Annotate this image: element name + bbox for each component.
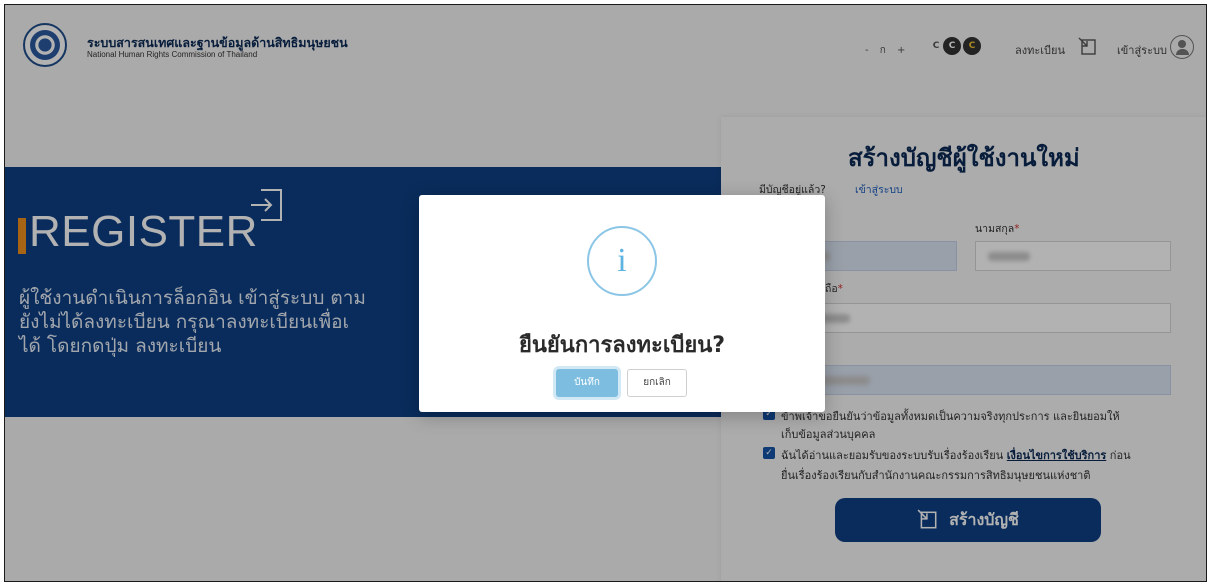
app-frame: ระบบสารสนเทศและฐานข้อมูลด้านสิทธิมนุษยชน… — [4, 4, 1207, 582]
confirm-save-button[interactable]: บันทึก — [556, 369, 618, 397]
cancel-button[interactable]: ยกเลิก — [627, 369, 687, 397]
confirm-register-dialog: i ยืนยันการลงทะเบียน? บันทึก ยกเลิก — [419, 195, 825, 412]
info-icon: i — [587, 226, 657, 296]
dialog-title: ยืนยันการลงทะเบียน? — [518, 333, 726, 358]
